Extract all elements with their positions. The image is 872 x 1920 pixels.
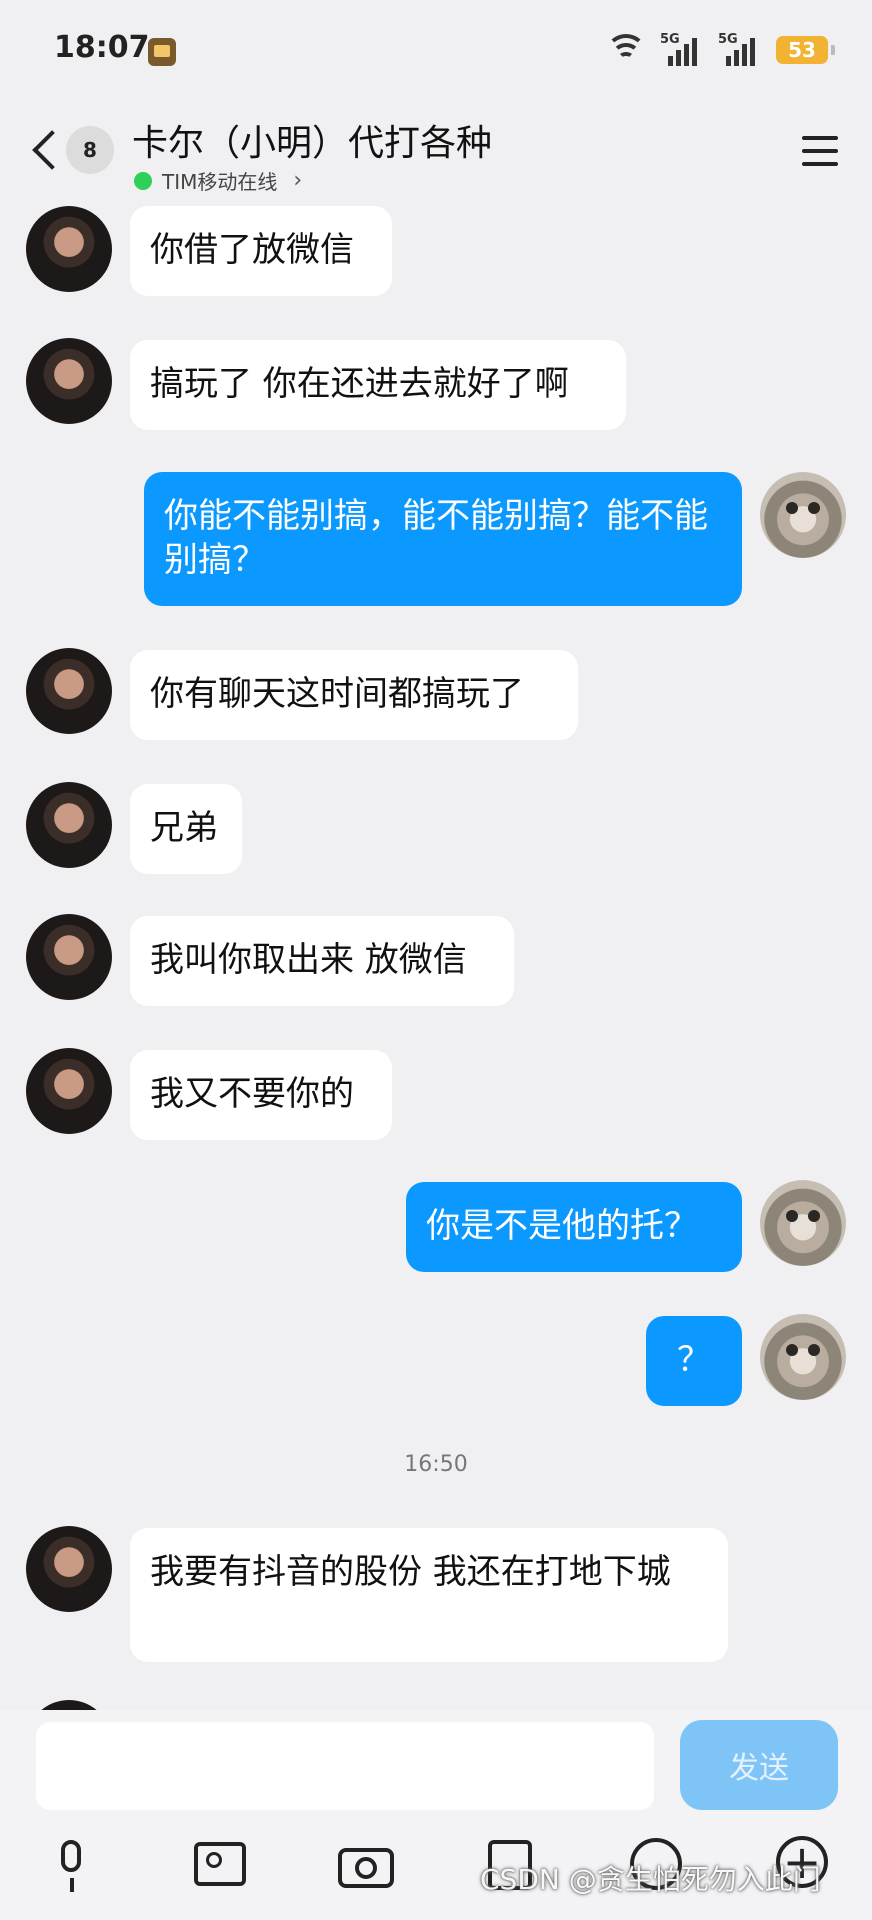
send-button[interactable]: 发送 [680,1720,838,1810]
message-bubble-incoming[interactable]: 兄弟 [130,784,242,874]
menu-icon[interactable] [802,136,838,166]
friend-avatar[interactable] [26,1526,112,1612]
system-icons: 5G 5G 53 [606,32,835,66]
message-input[interactable] [36,1722,654,1810]
message-bubble-outgoing[interactable]: ？ [646,1316,742,1406]
message-bubble-outgoing[interactable]: 你是不是他的托？ [406,1182,742,1272]
friend-avatar[interactable] [26,338,112,424]
message-bubble-outgoing[interactable]: 你能不能别搞，能不能别搞？能不能别搞？ [144,472,742,606]
message-bubble-incoming[interactable]: 我叫你取出来 放微信 [130,916,514,1006]
back-icon[interactable] [30,130,60,170]
signal-icon-1: 5G [660,32,704,66]
message-bubble-incoming[interactable]: 我要有抖音的股份 我还在打地下城 [130,1528,728,1662]
wifi-icon [606,34,646,66]
watermark: CSDN @贪生怕死勿入此门 [480,1863,821,1896]
online-dot-icon [134,171,152,190]
message-bubble-incoming[interactable]: 我又不要你的 [130,1050,392,1140]
image-icon[interactable] [190,1836,250,1896]
my-avatar[interactable] [760,1180,846,1266]
clock: 18:07 [54,30,150,65]
mic-icon[interactable] [42,1836,102,1896]
unread-count-badge[interactable]: 8 [66,126,114,174]
friend-avatar[interactable] [26,914,112,1000]
chevron-right-icon: › [293,168,303,193]
status-bar: 18:07 5G 5G 53 [0,0,872,100]
camera-icon[interactable] [336,1836,396,1896]
friend-avatar[interactable] [26,1048,112,1134]
my-avatar[interactable] [760,1314,846,1400]
message-bubble-incoming[interactable]: 你借了放微信 [130,206,392,296]
friend-avatar[interactable] [26,206,112,292]
friend-avatar[interactable] [26,1700,112,1710]
battery-icon: 53 [776,36,835,64]
message-timestamp: 16:50 [404,1452,468,1477]
message-bubble-incoming[interactable]: 你有聊天这时间都搞玩了 [130,650,578,740]
signal-icon-2: 5G [718,32,762,66]
my-avatar[interactable] [760,472,846,558]
app-notification-icon [148,38,176,66]
message-list[interactable]: 你借了放微信 搞玩了 你在还进去就好了啊 你能不能别搞，能不能别搞？能不能别搞？… [0,200,872,1710]
message-bubble-incoming[interactable]: 搞玩了 你在还进去就好了啊 [130,340,626,430]
presence-label: TIM移动在线 [162,170,278,194]
chat-header: 8 卡尔（小明）代打各种 TIM移动在线 › [0,100,872,200]
friend-avatar[interactable] [26,648,112,734]
friend-avatar[interactable] [26,782,112,868]
presence-status[interactable]: TIM移动在线 › [134,166,302,195]
chat-title[interactable]: 卡尔（小明）代打各种 [132,114,492,166]
